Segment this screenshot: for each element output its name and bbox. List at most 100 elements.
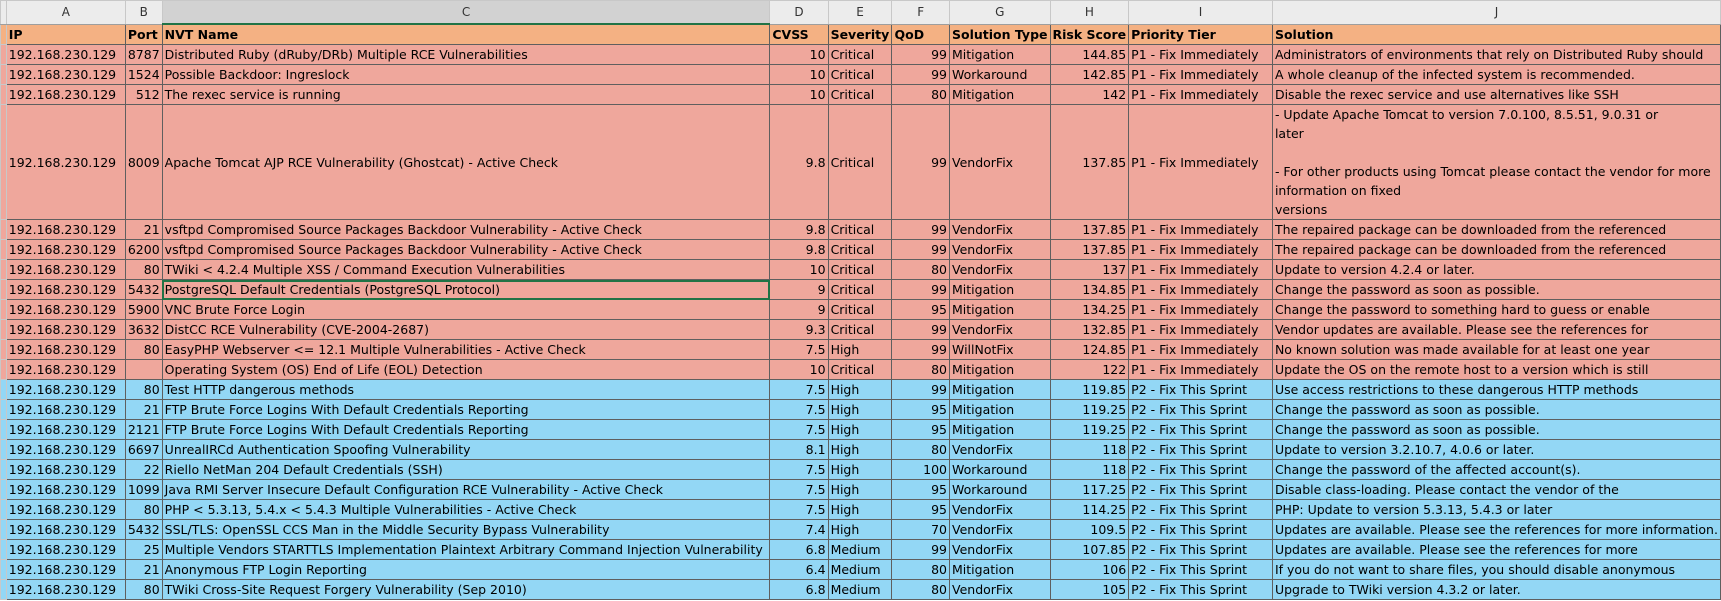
- cell-priority-tier[interactable]: P1 - Fix Immediately: [1128, 219, 1273, 240]
- cell-cvss[interactable]: 7.5: [769, 339, 829, 360]
- column-header-j[interactable]: J: [1271, 0, 1721, 25]
- column-header-e[interactable]: E: [827, 0, 893, 25]
- column-header-d[interactable]: D: [769, 0, 829, 25]
- cell-severity[interactable]: High: [827, 479, 893, 500]
- cell-ip[interactable]: 192.168.230.129: [5, 339, 126, 360]
- cell-cvss[interactable]: 9: [769, 279, 829, 300]
- cell-solution-type[interactable]: Mitigation: [949, 379, 1051, 400]
- cell-qod[interactable]: 80: [891, 439, 950, 460]
- cell-cvss[interactable]: 7.5: [769, 459, 829, 480]
- cell-qod[interactable]: 95: [891, 299, 950, 320]
- cell-solution[interactable]: Change the password as soon as possible.: [1271, 279, 1721, 300]
- cell-nvt-name[interactable]: TWiki Cross-Site Request Forgery Vulnera…: [161, 579, 771, 600]
- cell-nvt-name[interactable]: Test HTTP dangerous methods: [161, 379, 771, 400]
- cell-cvss[interactable]: 10: [769, 259, 829, 280]
- cell-qod[interactable]: 100: [891, 459, 950, 480]
- cell-cvss[interactable]: 7.5: [769, 419, 829, 440]
- cell-solution-type[interactable]: Mitigation: [949, 84, 1051, 105]
- cell-priority-tier[interactable]: P2 - Fix This Sprint: [1128, 499, 1273, 520]
- cell-qod[interactable]: 95: [891, 419, 950, 440]
- cell-severity[interactable]: High: [827, 519, 893, 540]
- cell-cvss[interactable]: 7.5: [769, 379, 829, 400]
- cell-nvt-name[interactable]: SSL/TLS: OpenSSL CCS Man in the Middle S…: [161, 519, 771, 540]
- cell-nvt-name[interactable]: Operating System (OS) End of Life (EOL) …: [161, 359, 771, 380]
- cell-nvt-name[interactable]: Java RMI Server Insecure Default Configu…: [161, 479, 771, 500]
- cell-solution[interactable]: Change the password as soon as possible.: [1271, 419, 1721, 440]
- cell-solution-type[interactable]: Workaround: [949, 479, 1051, 500]
- cell-severity[interactable]: High: [827, 439, 893, 460]
- cell-ip[interactable]: 192.168.230.129: [5, 459, 126, 480]
- cell-port[interactable]: 80: [124, 259, 163, 280]
- cell-risk-score[interactable]: 106: [1049, 559, 1130, 580]
- cell-risk-score[interactable]: 132.85: [1049, 319, 1130, 340]
- cell-solution-type[interactable]: Mitigation: [949, 419, 1051, 440]
- cell-nvt-name[interactable]: VNC Brute Force Login: [161, 299, 771, 320]
- cell-solution[interactable]: Updates are available. Please see the re…: [1271, 519, 1721, 540]
- cell-port[interactable]: 22: [124, 459, 163, 480]
- cell-solution-type[interactable]: Workaround: [949, 459, 1051, 480]
- cell-qod[interactable]: 99: [891, 44, 950, 65]
- cell-qod[interactable]: 70: [891, 519, 950, 540]
- cell-solution-type[interactable]: Mitigation: [949, 299, 1051, 320]
- cell-qod[interactable]: 99: [891, 64, 950, 85]
- cell-qod[interactable]: 80: [891, 84, 950, 105]
- cell-severity[interactable]: Critical: [827, 259, 893, 280]
- cell-solution-type[interactable]: Mitigation: [949, 359, 1051, 380]
- cell-risk-score[interactable]: 124.85: [1049, 339, 1130, 360]
- cell-qod[interactable]: 99: [891, 539, 950, 560]
- cell-qod[interactable]: 99: [891, 219, 950, 240]
- cell-solution-type[interactable]: VendorFix: [949, 519, 1051, 540]
- cell-solution[interactable]: Change the password of the affected acco…: [1271, 459, 1721, 480]
- cell-nvt-name[interactable]: FTP Brute Force Logins With Default Cred…: [161, 419, 771, 440]
- cell-ip[interactable]: 192.168.230.129: [5, 439, 126, 460]
- header-cell-tier[interactable]: Priority Tier: [1128, 23, 1273, 45]
- cell-solution[interactable]: Use access restrictions to these dangero…: [1271, 379, 1721, 400]
- cell-severity[interactable]: Critical: [827, 44, 893, 65]
- cell-cvss[interactable]: 6.8: [769, 579, 829, 600]
- column-header-a[interactable]: A: [5, 0, 126, 25]
- cell-solution-type[interactable]: VendorFix: [949, 319, 1051, 340]
- cell-cvss[interactable]: 9.8: [769, 104, 829, 220]
- cell-nvt-name[interactable]: The rexec service is running: [161, 84, 771, 105]
- cell-severity[interactable]: Critical: [827, 279, 893, 300]
- cell-priority-tier[interactable]: P2 - Fix This Sprint: [1128, 519, 1273, 540]
- cell-port[interactable]: 80: [124, 579, 163, 600]
- cell-cvss[interactable]: 7.5: [769, 479, 829, 500]
- cell-risk-score[interactable]: 134.25: [1049, 299, 1130, 320]
- cell-solution[interactable]: - Update Apache Tomcat to version 7.0.10…: [1271, 104, 1721, 220]
- cell-port[interactable]: 21: [124, 399, 163, 420]
- cell-ip[interactable]: 192.168.230.129: [5, 579, 126, 600]
- cell-priority-tier[interactable]: P1 - Fix Immediately: [1128, 339, 1273, 360]
- cell-nvt-name[interactable]: Anonymous FTP Login Reporting: [161, 559, 771, 580]
- cell-severity[interactable]: Critical: [827, 239, 893, 260]
- cell-severity[interactable]: Critical: [827, 104, 893, 220]
- cell-nvt-name[interactable]: PHP < 5.3.13, 5.4.x < 5.4.3 Multiple Vul…: [161, 499, 771, 520]
- cell-solution[interactable]: Update to version 4.2.4 or later.: [1271, 259, 1721, 280]
- cell-ip[interactable]: 192.168.230.129: [5, 479, 126, 500]
- cell-cvss[interactable]: 10: [769, 64, 829, 85]
- cell-nvt-name[interactable]: FTP Brute Force Logins With Default Cred…: [161, 399, 771, 420]
- cell-solution-type[interactable]: VendorFix: [949, 104, 1051, 220]
- cell-severity[interactable]: Critical: [827, 219, 893, 240]
- cell-solution[interactable]: Disable the rexec service and use altern…: [1271, 84, 1721, 105]
- cell-priority-tier[interactable]: P1 - Fix Immediately: [1128, 44, 1273, 65]
- cell-solution[interactable]: If you do not want to share files, you s…: [1271, 559, 1721, 580]
- cell-severity[interactable]: Critical: [827, 359, 893, 380]
- cell-qod[interactable]: 95: [891, 479, 950, 500]
- cell-priority-tier[interactable]: P1 - Fix Immediately: [1128, 259, 1273, 280]
- cell-nvt-name[interactable]: Multiple Vendors STARTTLS Implementation…: [161, 539, 771, 560]
- cell-cvss[interactable]: 9: [769, 299, 829, 320]
- cell-priority-tier[interactable]: P1 - Fix Immediately: [1128, 299, 1273, 320]
- cell-priority-tier[interactable]: P2 - Fix This Sprint: [1128, 379, 1273, 400]
- cell-priority-tier[interactable]: P2 - Fix This Sprint: [1128, 419, 1273, 440]
- cell-risk-score[interactable]: 105: [1049, 579, 1130, 600]
- cell-cvss[interactable]: 9.8: [769, 219, 829, 240]
- cell-ip[interactable]: 192.168.230.129: [5, 539, 126, 560]
- cell-risk-score[interactable]: 137: [1049, 259, 1130, 280]
- cell-ip[interactable]: 192.168.230.129: [5, 84, 126, 105]
- cell-ip[interactable]: 192.168.230.129: [5, 259, 126, 280]
- cell-ip[interactable]: 192.168.230.129: [5, 499, 126, 520]
- cell-port[interactable]: 1099: [124, 479, 163, 500]
- column-header-b[interactable]: B: [124, 0, 163, 25]
- cell-port[interactable]: 6697: [124, 439, 163, 460]
